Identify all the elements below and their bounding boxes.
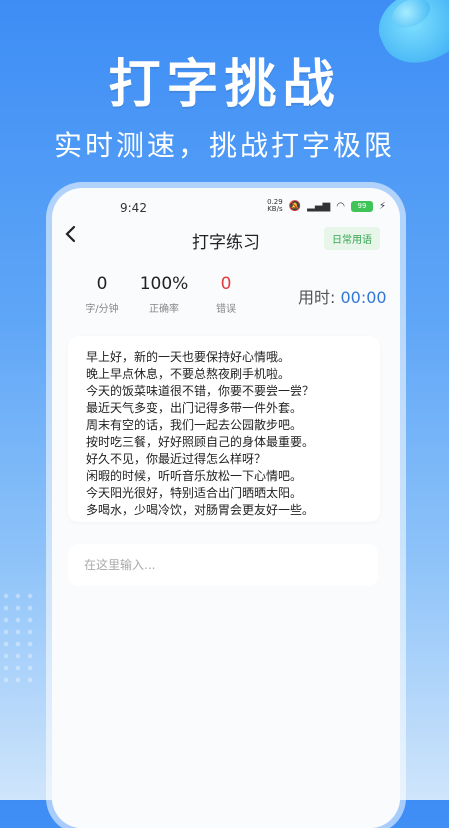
- banner-subtitle: 实时测速，挑战打字极限: [53, 129, 395, 162]
- practice-line: 今天的饭菜味道很不错，你要不要尝一尝？: [86, 384, 315, 398]
- net-speed-unit: KB/s: [267, 205, 283, 213]
- practice-line: 按时吃三餐，好好照顾自己的身体最重要。: [86, 435, 315, 449]
- charging-icon: ⚡: [378, 200, 386, 212]
- timer-value: 00:00: [340, 288, 387, 307]
- net-speed: 0.29 KB/s: [267, 199, 283, 213]
- typing-input-box[interactable]: [68, 544, 378, 586]
- speed-label: 字/分钟: [85, 304, 119, 315]
- practice-text-card: 早上好，新的一天也要保持好心情哦。 晚上早点休息，不要总熬夜刷手机啦。 今天的饭…: [68, 336, 380, 522]
- status-bar: 9:42 0.29 KB/s 🔕 ▂▄▆ ◠ 99 ⚡: [52, 188, 400, 218]
- accuracy-value: 100%: [139, 274, 189, 294]
- stat-accuracy: 100% 正确率: [134, 274, 194, 315]
- mute-icon: 🔕: [288, 200, 302, 212]
- signal-icon: ▂▄▆: [307, 200, 331, 212]
- errors-value: 0: [220, 274, 232, 294]
- stat-errors: 0 错误: [196, 274, 256, 315]
- timer-label: 用时:: [298, 288, 341, 307]
- stats-bar: 0 字/分钟 100% 正确率 0 错误 用时: 00:00: [52, 264, 400, 318]
- practice-line: 多喝水，少喝冷饮，对肠胃会更友好一些。: [86, 503, 315, 517]
- practice-line: 晚上早点休息，不要总熬夜刷手机啦。: [86, 367, 291, 381]
- phone-frame: 9:42 0.29 KB/s 🔕 ▂▄▆ ◠ 99 ⚡ 打字练习 日常用语 0 …: [52, 188, 400, 828]
- errors-label: 错误: [216, 304, 236, 315]
- decor-dots: [0, 590, 40, 690]
- category-chip[interactable]: 日常用语: [324, 227, 380, 250]
- typing-input[interactable]: [82, 557, 366, 573]
- speed-value: 0: [96, 274, 108, 294]
- practice-line: 闲暇的时候，听听音乐放松一下心情吧。: [86, 469, 303, 483]
- practice-line: 好久不见，你最近过得怎么样呀？: [86, 452, 267, 466]
- banner-title: 打字挑战: [108, 55, 341, 115]
- status-icons: 0.29 KB/s 🔕 ▂▄▆ ◠ 99 ⚡: [267, 199, 386, 213]
- accuracy-label: 正确率: [149, 304, 179, 315]
- practice-line: 最近天气多变，出门记得多带一件外套。: [86, 401, 303, 415]
- wifi-icon: ◠: [336, 200, 345, 212]
- battery-icon: 99: [350, 200, 373, 212]
- practice-line: 周末有空的话，我们一起去公园散步吧。: [86, 418, 303, 432]
- timer: 用时: 00:00: [298, 284, 387, 308]
- status-time: 9:42: [120, 201, 147, 215]
- practice-line: 早上好，新的一天也要保持好心情哦。: [86, 350, 291, 364]
- stat-speed: 0 字/分钟: [72, 274, 132, 315]
- nav-bar: 打字练习 日常用语: [52, 218, 400, 258]
- practice-line: 今天阳光很好，特别适合出门晒晒太阳。: [86, 486, 303, 500]
